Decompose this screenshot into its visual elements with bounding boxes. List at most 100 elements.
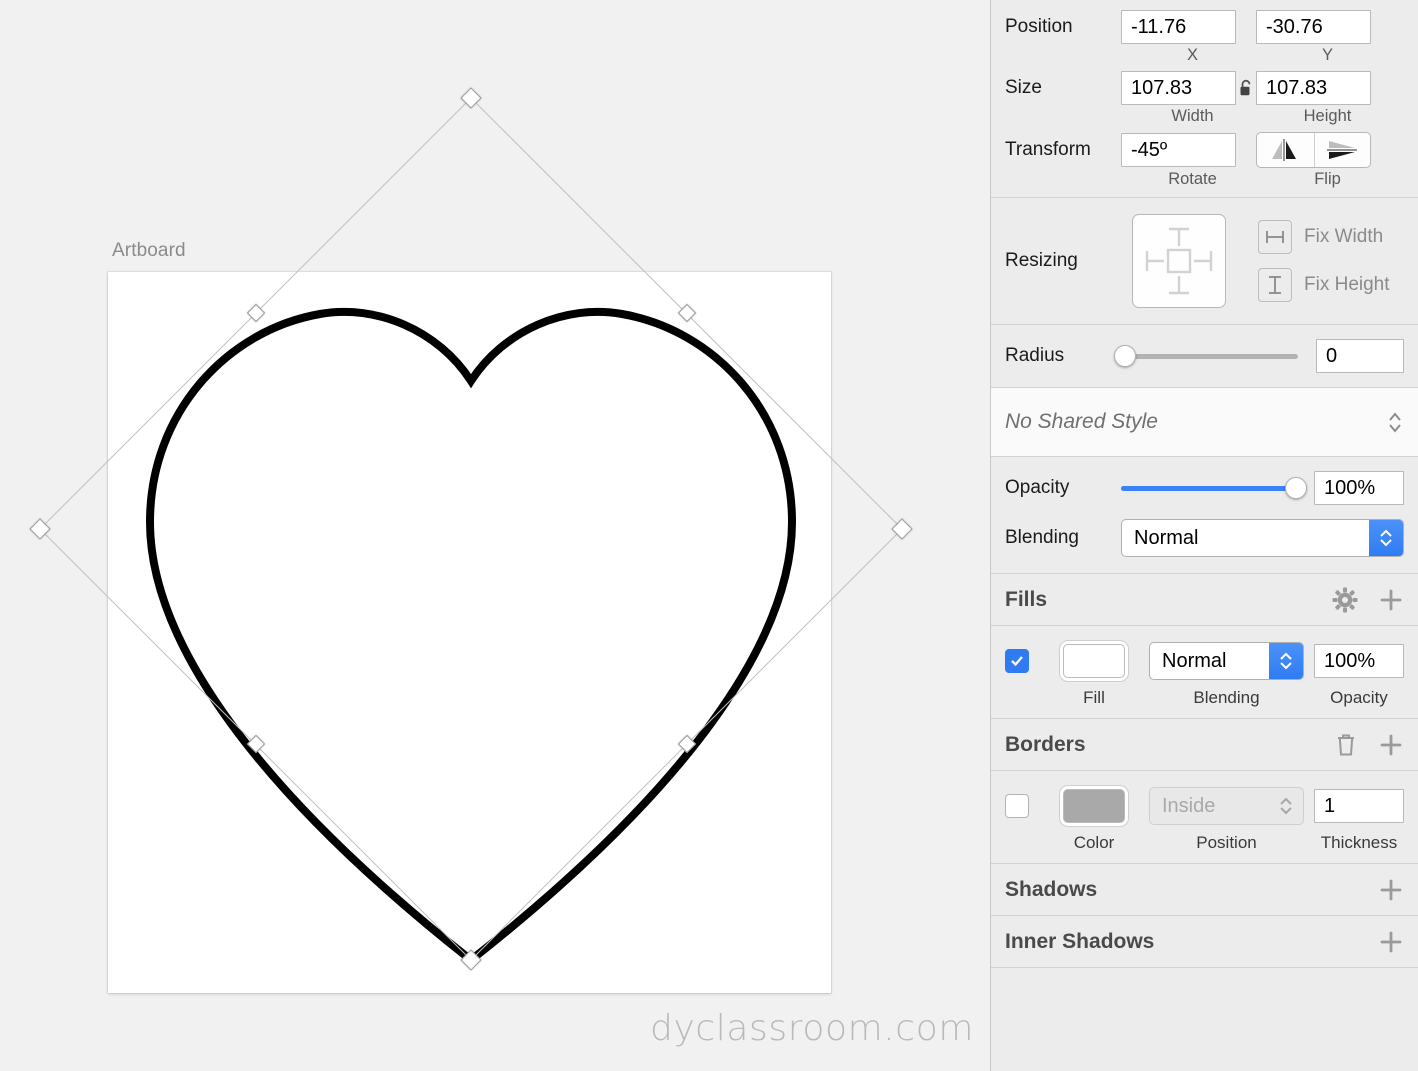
borders-header: Borders — [991, 719, 1418, 771]
plus-icon[interactable] — [1378, 587, 1404, 613]
radius-input[interactable]: 0 — [1316, 339, 1404, 373]
trash-icon[interactable] — [1334, 732, 1358, 758]
plus-icon[interactable] — [1378, 877, 1404, 903]
radius-slider-knob[interactable] — [1113, 345, 1136, 367]
flip-horizontal-icon — [1272, 139, 1297, 161]
transform-label: Transform — [1005, 139, 1091, 160]
fills-title: Fills — [1005, 587, 1048, 611]
shadows-header[interactable]: Shadows — [991, 864, 1418, 916]
shared-style-value: No Shared Style — [1005, 410, 1158, 433]
transform-row: Transform -45º — [991, 132, 1418, 168]
size-sublabels: Width Height — [991, 107, 1418, 126]
fill-opacity-sublabel: Opacity — [1330, 688, 1388, 707]
size-row: Size 107.83 107.83 — [991, 71, 1418, 105]
position-y-input[interactable]: -30.76 — [1256, 10, 1371, 44]
size-label: Size — [1005, 77, 1042, 98]
plus-icon[interactable] — [1378, 929, 1404, 955]
selection-handle-top[interactable] — [460, 87, 482, 109]
border-position-sublabel: Position — [1196, 833, 1257, 852]
opacity-slider-fill — [1121, 485, 1296, 491]
rotate-sublabel: Rotate — [1168, 170, 1217, 188]
artboard-name-label[interactable]: Artboard — [112, 240, 186, 262]
fix-height-icon — [1269, 276, 1281, 294]
chevron-updown-icon — [1280, 652, 1292, 670]
heart-shape[interactable] — [108, 272, 831, 993]
flip-vertical-icon — [1327, 141, 1358, 159]
flip-vertical-button[interactable] — [1313, 133, 1371, 167]
position-label: Position — [1005, 16, 1073, 37]
chevron-updown-icon — [1280, 797, 1292, 815]
watermark: dyclassroom.com — [650, 1008, 974, 1049]
radius-label: Radius — [1005, 345, 1065, 366]
border-thickness-input[interactable]: 1 — [1314, 789, 1404, 823]
fill-blending-stepper[interactable] — [1269, 643, 1303, 679]
border-enabled-checkbox[interactable] — [1005, 794, 1029, 818]
opacity-slider[interactable] — [1121, 477, 1307, 499]
position-sublabels: X Y — [991, 46, 1418, 65]
inner-shadows-header[interactable]: Inner Shadows — [991, 916, 1418, 968]
shadows-title: Shadows — [1005, 877, 1098, 901]
canvas-area[interactable]: Artboard dyclassroom.com — [0, 0, 990, 1071]
fill-blending-select[interactable]: Normal — [1149, 642, 1304, 680]
fill-blending-sublabel: Blending — [1193, 688, 1260, 707]
opacity-section: Opacity 100% Blending Normal — [991, 457, 1418, 574]
heart-path[interactable] — [145, 307, 797, 966]
resizing-section: Resizing Fix Width Fix Height — [991, 198, 1418, 325]
borders-title: Borders — [1005, 732, 1086, 756]
opacity-input[interactable]: 100% — [1314, 471, 1404, 505]
border-color-swatch[interactable] — [1063, 789, 1125, 823]
opacity-slider-knob[interactable] — [1285, 477, 1307, 499]
fix-width-label: Fix Width — [1304, 226, 1384, 247]
check-icon — [1011, 656, 1023, 667]
fill-enabled-checkbox[interactable] — [1005, 649, 1029, 673]
position-row: Position -11.76 -30.76 — [991, 10, 1418, 44]
fix-width-icon — [1266, 231, 1284, 243]
resize-anchor-icon — [1145, 227, 1212, 295]
gear-icon[interactable] — [1332, 587, 1358, 613]
chevron-updown-icon[interactable] — [1386, 408, 1404, 436]
sketch-app-window: Artboard dyclassroom.com Position -11.76 — [0, 0, 1418, 1071]
size-width-input[interactable]: 107.83 — [1121, 71, 1236, 105]
inspector-panel: Position -11.76 -30.76 X Y Size 107.83 1… — [990, 0, 1418, 1071]
shared-style-row[interactable]: No Shared Style — [991, 388, 1418, 457]
transform-sublabels: Rotate Flip — [991, 170, 1418, 189]
fill-blending-value: Normal — [1162, 649, 1227, 672]
fill-sublabel: Fill — [1083, 688, 1105, 707]
unlock-icon — [1240, 79, 1251, 96]
selection-handle-right[interactable] — [891, 518, 913, 540]
fill-color-swatch[interactable] — [1063, 644, 1125, 678]
artboard[interactable] — [108, 272, 831, 993]
border-thickness-sublabel: Thickness — [1320, 833, 1398, 852]
plus-icon[interactable] — [1378, 732, 1404, 758]
radius-slider[interactable] — [1113, 345, 1298, 367]
position-y-sublabel: Y — [1321, 46, 1333, 64]
resizing-label: Resizing — [1005, 250, 1078, 271]
size-height-sublabel: Height — [1303, 107, 1352, 125]
border-position-stepper[interactable] — [1269, 788, 1303, 824]
radius-row: Radius 0 — [991, 339, 1418, 373]
blending-value: Normal — [1134, 526, 1199, 549]
fix-width-row[interactable]: Fix Width — [1258, 220, 1390, 254]
blending-label: Blending — [1005, 527, 1079, 548]
position-x-input[interactable]: -11.76 — [1121, 10, 1236, 44]
fix-width-button[interactable] — [1258, 220, 1292, 254]
selection-handle-left[interactable] — [29, 518, 51, 540]
flip-button-group — [1256, 132, 1371, 168]
geometry-section: Position -11.76 -30.76 X Y Size 107.83 1… — [991, 0, 1418, 198]
fill-opacity-input[interactable]: 100% — [1314, 644, 1404, 678]
inner-shadows-title: Inner Shadows — [1005, 929, 1155, 953]
rotate-input[interactable]: -45º — [1121, 133, 1236, 167]
fills-header: Fills — [991, 574, 1418, 626]
border-item-row: Inside 1 Color Position Thickness — [991, 771, 1418, 864]
blending-select[interactable]: Normal — [1121, 519, 1404, 557]
fix-height-button[interactable] — [1258, 268, 1292, 302]
blending-stepper[interactable] — [1369, 520, 1403, 556]
resizing-anchor-widget[interactable] — [1131, 214, 1226, 308]
fix-height-row[interactable]: Fix Height — [1258, 268, 1390, 302]
size-height-input[interactable]: 107.83 — [1256, 71, 1371, 105]
fill-item-row: Normal 100% Fill Blending Opacity — [991, 626, 1418, 719]
opacity-label: Opacity — [1005, 477, 1070, 498]
flip-horizontal-button[interactable] — [1257, 133, 1314, 167]
proportion-lock-button[interactable] — [1236, 78, 1256, 98]
border-position-select[interactable]: Inside — [1149, 787, 1304, 825]
